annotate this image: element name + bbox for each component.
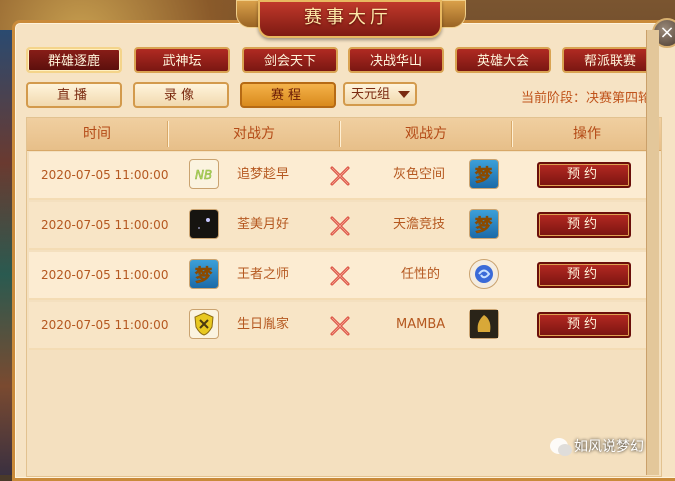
wechat-icon	[550, 438, 572, 456]
tab-yingxiongdahui[interactable]: 英雄大会	[455, 47, 551, 73]
reserve-button[interactable]: 预约	[537, 162, 631, 188]
team-a-name: 荃美月好	[237, 217, 290, 232]
svg-text:梦: 梦	[195, 265, 213, 286]
current-stage-label: 当前阶段：决赛第四轮	[521, 91, 652, 106]
table-row: 2020-07-05 11:00:00 生日胤家 MAMBA 预约	[29, 302, 659, 350]
table-header: 时间 对战方 观战方 操作	[27, 118, 661, 151]
meng-logo-icon: 梦	[469, 159, 499, 189]
tab-bangpailiansai[interactable]: 帮派联赛	[562, 47, 658, 73]
table-row: 2020-07-05 11:00:00 NB 追梦趁早 灰色空间 梦 预约	[29, 152, 659, 200]
reserve-button[interactable]: 预约	[537, 212, 631, 238]
tab-jianhuitianxia[interactable]: 剑会天下	[242, 47, 338, 73]
group-dropdown-value: 天元组	[351, 87, 391, 102]
team-b-name: 任性的	[401, 267, 441, 282]
team-b-name: 灰色空间	[393, 167, 446, 182]
reserve-button[interactable]: 预约	[537, 262, 631, 288]
tab-live[interactable]: 直播	[26, 82, 122, 108]
nb-logo-icon: NB	[189, 159, 219, 189]
team-b-name: MAMBA	[396, 317, 446, 332]
team-a-name: 王者之师	[237, 267, 290, 282]
crossed-swords-icon	[330, 266, 350, 286]
meng-logo-icon: 梦	[189, 259, 219, 289]
header-action: 操作	[573, 126, 601, 142]
window-title: 赛事大厅	[304, 7, 392, 28]
header-time: 时间	[83, 126, 111, 142]
match-time: 2020-07-05 11:00:00	[41, 268, 169, 282]
header-spectators: 观战方	[405, 126, 447, 142]
svg-text:梦: 梦	[475, 215, 493, 236]
svg-text:梦: 梦	[475, 165, 493, 186]
team-a-name: 追梦趁早	[237, 167, 290, 182]
tab-wushentan[interactable]: 武神坛	[134, 47, 230, 73]
svg-text:NB: NB	[195, 168, 212, 182]
team-a-name: 生日胤家	[237, 317, 290, 332]
mamba-logo-icon	[469, 309, 499, 339]
crossed-swords-icon	[330, 316, 350, 336]
match-time: 2020-07-05 11:00:00	[41, 168, 169, 182]
category-tabs: 群雄逐鹿 武神坛 剑会天下 决战华山 英雄大会 帮派联赛	[26, 47, 662, 75]
match-time: 2020-07-05 11:00:00	[41, 218, 169, 232]
tab-schedule[interactable]: 赛程	[240, 82, 336, 108]
meng-logo-icon: 梦	[469, 209, 499, 239]
crossed-swords-icon	[330, 166, 350, 186]
watermark: 如风说梦幻	[550, 434, 644, 460]
tab-juezhanhuashan[interactable]: 决战华山	[348, 47, 444, 73]
table-row: 2020-07-05 11:00:00 梦 王者之师 任性的 预约	[29, 252, 659, 300]
table-row: 2020-07-05 11:00:00 荃美月好 天澹竞技 梦 预约	[29, 202, 659, 250]
dark-night-logo-icon	[189, 209, 219, 239]
crossed-swords-icon	[330, 216, 350, 236]
schedule-table: 时间 对战方 观战方 操作 2020-07-05 11:00:00 NB 追梦趁…	[26, 117, 662, 477]
watermark-text: 如风说梦幻	[574, 439, 644, 455]
match-time: 2020-07-05 11:00:00	[41, 318, 169, 332]
group-dropdown[interactable]: 天元组	[343, 82, 417, 106]
team-b-name: 天澹竞技	[393, 217, 446, 232]
header-opponents: 对战方	[233, 126, 275, 142]
chevron-down-icon	[398, 91, 410, 98]
shield-x-logo-icon	[189, 309, 219, 339]
panel-scrollbar[interactable]	[646, 30, 659, 475]
tab-replay[interactable]: 录像	[133, 82, 229, 108]
tab-qunxiongzhulu[interactable]: 群雄逐鹿	[26, 47, 122, 73]
blue-swirl-logo-icon	[469, 259, 499, 289]
reserve-button[interactable]: 预约	[537, 312, 631, 338]
